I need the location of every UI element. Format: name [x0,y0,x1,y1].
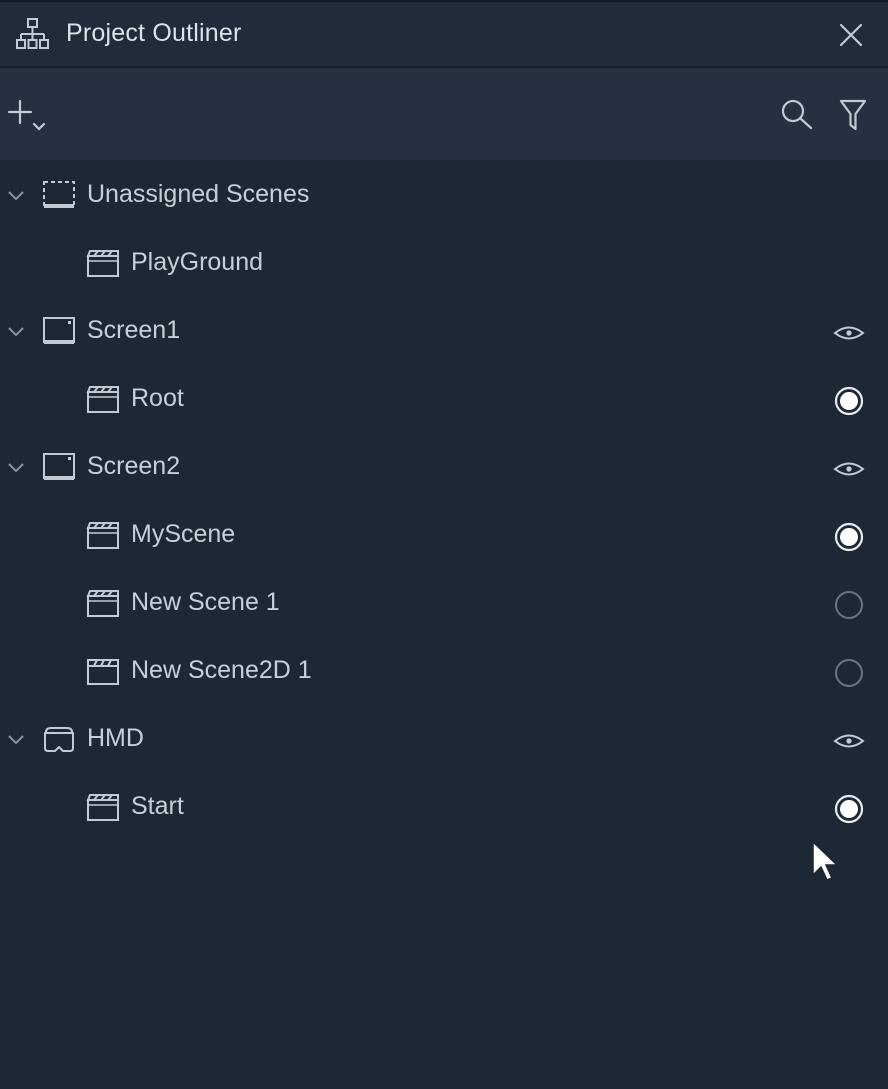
chevron-down-icon[interactable] [6,460,26,476]
tree-group-row[interactable]: HMD [0,706,888,774]
tree-item-label: Root [131,384,184,412]
tree-item-label: New Scene 1 [131,588,280,616]
project-outliner-panel: Project Outliner Unassigned Scenes PlayG… [0,0,888,1089]
tree-group-row[interactable]: Screen2 [0,434,888,502]
mouse-cursor-icon [812,840,839,881]
tree-item-label: New Scene2D 1 [131,656,312,684]
search-icon[interactable] [780,98,814,132]
screen-icon [43,317,75,344]
active-scene-radio-on[interactable] [832,520,866,554]
tree-item-label: HMD [87,724,144,752]
tree-scene-row[interactable]: PlayGround [0,230,888,298]
tree-item-label: Screen1 [87,316,181,344]
hierarchy-icon [16,18,49,49]
clapperboard-3d-icon [86,386,119,413]
screen-icon [43,453,75,480]
tree-item-label: MyScene [131,520,236,548]
tree-item-label: Screen2 [87,452,181,480]
tree-scene-row[interactable]: New Scene2D 1 [0,638,888,706]
clapperboard-2d-icon [87,659,119,685]
clapperboard-3d-icon [86,250,119,277]
tree-scene-row[interactable]: Root [0,366,888,434]
visibility-eye-icon[interactable] [832,452,866,486]
panel-title: Project Outliner [66,19,242,47]
tree-item-label: PlayGround [131,248,264,276]
toolbar [0,68,888,160]
dashed-screen-icon [43,181,75,208]
visibility-eye-icon[interactable] [832,724,866,758]
active-scene-radio-off[interactable] [832,588,866,622]
active-scene-radio-off[interactable] [832,656,866,690]
chevron-down-icon[interactable] [6,188,26,204]
clapperboard-3d-icon [86,522,119,549]
tree-scene-row[interactable]: Start [0,774,888,842]
clapperboard-3d-icon [86,794,119,821]
tree-group-row[interactable]: Screen1 [0,298,888,366]
tree-item-label: Start [131,792,184,820]
tree-scene-row[interactable]: New Scene 1 [0,570,888,638]
chevron-down-icon[interactable] [6,324,26,340]
chevron-down-icon[interactable] [6,732,26,748]
tree-group-row[interactable]: Unassigned Scenes [0,162,888,230]
active-scene-radio-on[interactable] [832,384,866,418]
plus-dropdown-icon[interactable] [6,98,50,138]
active-scene-radio-on[interactable] [832,792,866,826]
clapperboard-3d-icon [86,590,119,617]
visibility-eye-icon[interactable] [832,316,866,350]
title-bar: Project Outliner [0,2,888,68]
vr-headset-icon [44,727,74,752]
tree-scene-row[interactable]: MyScene [0,502,888,570]
filter-icon[interactable] [838,98,868,132]
close-icon[interactable] [836,20,866,50]
tree-item-label: Unassigned Scenes [87,180,310,208]
